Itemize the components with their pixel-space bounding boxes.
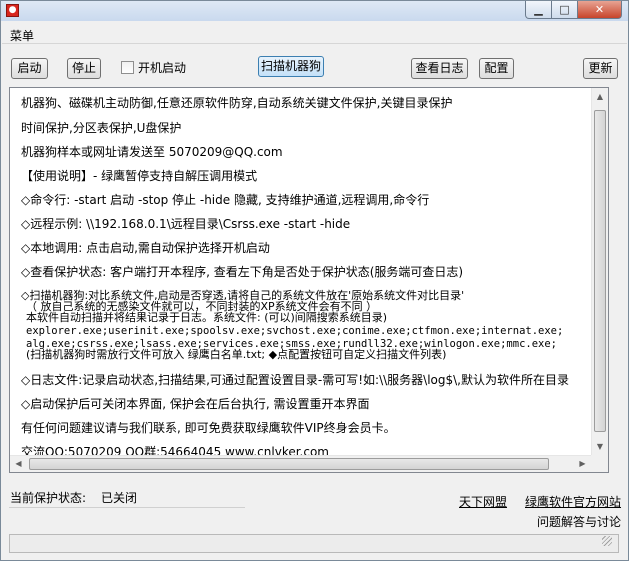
autostart-checkbox[interactable] bbox=[121, 60, 134, 74]
status-divider bbox=[9, 507, 245, 508]
log-line: 本软件自动扫描并将结果记录于日志。系统文件: (可以)间隔搜索系统目录) bbox=[26, 311, 388, 324]
vertical-scrollbar[interactable]: ▲ ▼ bbox=[591, 88, 608, 455]
start-button[interactable]: 启动 bbox=[11, 58, 48, 79]
log-line: ◇本地调用: 点击启动,需自动保护选择开机启动 bbox=[21, 241, 270, 255]
status-bar bbox=[9, 534, 619, 553]
log-line: (扫描机器狗时需放行文件可放入 绿鹰白名单.txt; ◆点配置按钮可自定义扫描文… bbox=[26, 348, 447, 361]
log-line: 【使用说明】- 绿鹰暂停支持自解压调用模式 bbox=[21, 169, 258, 183]
close-button[interactable]: ✕ bbox=[578, 1, 622, 19]
scroll-corner bbox=[591, 455, 608, 472]
close-icon: ✕ bbox=[594, 3, 605, 16]
log-line: explorer.exe;userinit.exe;spoolsv.exe;sv… bbox=[26, 325, 564, 337]
config-button[interactable]: 配置 bbox=[479, 58, 514, 79]
log-line: 有任何问题建议请与我们联系, 即可免费获取绿鹰软件VIP终身会员卡。 bbox=[21, 421, 396, 435]
log-line: ◇远程示例: \\192.168.0.1\远程目录\Csrss.exe -sta… bbox=[21, 217, 351, 231]
log-line: 机器狗样本或网址请发送至 5070209@QQ.com bbox=[21, 145, 283, 159]
scroll-right-icon[interactable]: ▶ bbox=[574, 456, 591, 472]
scan-button[interactable]: 扫描机器狗 bbox=[258, 56, 324, 77]
tianxia-link[interactable]: 天下网盟 bbox=[459, 493, 507, 510]
resize-grip-icon[interactable] bbox=[602, 536, 612, 546]
vertical-scroll-thumb[interactable] bbox=[594, 110, 606, 432]
app-logo-icon: ● bbox=[6, 4, 19, 17]
protection-status-label: 当前保护状态: bbox=[10, 491, 87, 505]
horizontal-scrollbar[interactable]: ◀ ▶ bbox=[10, 455, 591, 472]
log-line: ◇命令行: -start 启动 -stop 停止 -hide 隐藏, 支持维护通… bbox=[21, 193, 430, 207]
horizontal-scroll-thumb[interactable] bbox=[29, 458, 549, 470]
scroll-left-icon[interactable]: ◀ bbox=[10, 456, 27, 472]
protection-status-value: 已关闭 bbox=[101, 491, 138, 505]
autostart-checkbox-group[interactable]: 开机启动 bbox=[121, 59, 186, 75]
menu-main[interactable]: 菜单 bbox=[10, 27, 34, 44]
autostart-label: 开机启动 bbox=[138, 60, 187, 75]
maximize-icon: □ bbox=[559, 3, 570, 16]
menu-bar: 菜单 bbox=[2, 25, 627, 44]
stop-button[interactable]: 停止 bbox=[67, 58, 101, 79]
title-bar[interactable]: ● ▁ □ ✕ bbox=[1, 1, 628, 21]
update-button[interactable]: 更新 bbox=[583, 58, 618, 79]
log-line: 时间保护,分区表保护,U盘保护 bbox=[21, 121, 182, 135]
log-line: 机器狗、磁碟机主动防御,任意还原软件防穿,自动系统关键文件保护,关键目录保护 bbox=[21, 96, 453, 110]
log-line: ◇查看保护状态: 客户端打开本程序, 查看左下角是否处于保护状态(服务端可查日志… bbox=[21, 265, 464, 279]
scroll-up-icon[interactable]: ▲ bbox=[592, 88, 608, 105]
minimize-button[interactable]: ▁ bbox=[525, 1, 552, 19]
log-textarea[interactable]: 机器狗、磁碟机主动防御,任意还原软件防穿,自动系统关键文件保护,关键目录保护 时… bbox=[9, 87, 609, 473]
log-line: ◇日志文件:记录启动状态,扫描结果,可通过配置设置目录-需可写!如:\\服务器\… bbox=[21, 373, 570, 387]
minimize-icon: ▁ bbox=[534, 3, 543, 16]
log-line: ◇启动保护后可关闭本界面, 保护会在后台执行, 需设置重开本界面 bbox=[21, 397, 370, 411]
scroll-down-icon[interactable]: ▼ bbox=[592, 438, 608, 455]
faq-link[interactable]: 问题解答与讨论 bbox=[537, 513, 621, 530]
official-site-link[interactable]: 绿鹰软件官方网站 bbox=[525, 493, 621, 510]
window-controls: ▁ □ ✕ bbox=[525, 1, 622, 19]
view-log-button[interactable]: 查看日志 bbox=[411, 58, 468, 79]
maximize-button[interactable]: □ bbox=[552, 1, 578, 19]
main-window: ● ▁ □ ✕ 菜单 启动 停止 开机启动 扫描机器狗 查看日志 配置 更新 机… bbox=[0, 0, 629, 561]
